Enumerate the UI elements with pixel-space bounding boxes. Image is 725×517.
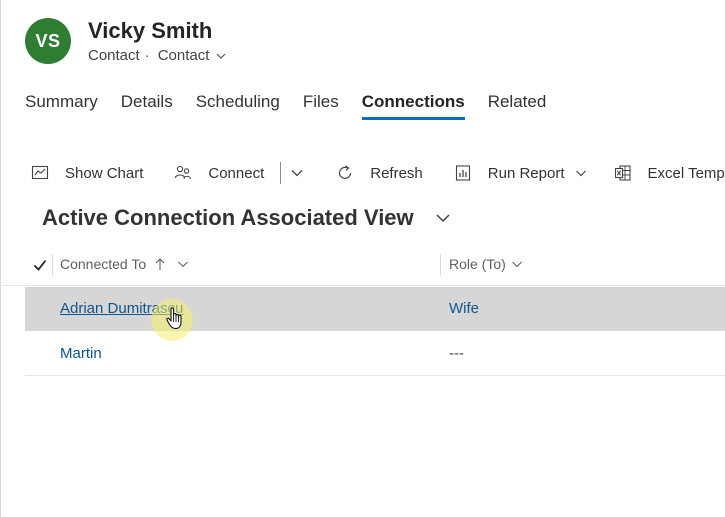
column-divider bbox=[52, 254, 53, 276]
checkmark-icon[interactable] bbox=[32, 257, 48, 273]
record-title-block: Vicky Smith Contact · Contact bbox=[88, 15, 227, 64]
command-bar: Show Chart Connect Refresh Run Report Ex… bbox=[30, 158, 725, 188]
excel-icon bbox=[614, 165, 631, 181]
view-title: Active Connection Associated View bbox=[42, 205, 414, 230]
column-divider bbox=[440, 254, 441, 276]
role-cell: --- bbox=[449, 345, 464, 362]
connect-label: Connect bbox=[208, 164, 265, 182]
tab-details[interactable]: Details bbox=[121, 88, 173, 120]
chevron-down-icon bbox=[436, 214, 450, 223]
excel-templates-button[interactable]: Excel Templ bbox=[613, 163, 725, 183]
form-selector-label: Contact bbox=[157, 47, 210, 64]
tab-connections[interactable]: Connections bbox=[361, 88, 465, 120]
chevron-down-icon bbox=[216, 53, 226, 59]
chart-icon bbox=[31, 165, 49, 180]
avatar: VS bbox=[25, 18, 71, 64]
tab-related[interactable]: Related bbox=[488, 88, 547, 120]
report-icon bbox=[455, 165, 470, 181]
role-cell: Wife bbox=[449, 300, 479, 317]
chevron-down-icon bbox=[178, 261, 189, 268]
column-header-connected-to[interactable]: Connected To bbox=[60, 256, 190, 272]
connect-icon bbox=[175, 165, 192, 180]
form-selector[interactable]: Contact bbox=[158, 47, 228, 64]
entity-type-label: Contact bbox=[88, 47, 140, 64]
chevron-down-icon[interactable] bbox=[289, 165, 305, 181]
chevron-down-icon bbox=[575, 170, 586, 177]
record-name: Vicky Smith bbox=[88, 18, 213, 43]
hand-cursor-icon bbox=[166, 307, 182, 330]
chevron-down-icon bbox=[511, 261, 522, 268]
connected-to-link[interactable]: Martin bbox=[60, 345, 102, 362]
table-row[interactable]: Adrian Dumitrascu Wife bbox=[25, 287, 725, 331]
sort-ascending-icon bbox=[155, 258, 165, 270]
record-header: VS Vicky Smith Contact · Contact bbox=[25, 15, 227, 64]
subtitle-separator: · bbox=[144, 47, 150, 64]
page-left-border bbox=[0, 0, 1, 517]
connect-button[interactable]: Connect bbox=[173, 163, 264, 183]
refresh-button[interactable]: Refresh bbox=[335, 163, 423, 183]
split-button-divider bbox=[280, 162, 282, 184]
record-subtitle: Contact · Contact bbox=[88, 47, 227, 64]
excel-templates-label: Excel Templ bbox=[647, 164, 725, 182]
grid-header: Connected To Role (To) bbox=[25, 250, 725, 280]
run-report-button[interactable]: Run Report bbox=[453, 163, 588, 183]
column-header-label: Connected To bbox=[60, 256, 147, 272]
grid-divider bbox=[0, 285, 725, 286]
column-header-label: Role (To) bbox=[449, 256, 506, 272]
table-row[interactable]: Martin --- bbox=[25, 332, 725, 376]
tab-scheduling[interactable]: Scheduling bbox=[196, 88, 280, 120]
refresh-label: Refresh bbox=[370, 164, 423, 182]
refresh-icon bbox=[339, 165, 352, 179]
run-report-label: Run Report bbox=[487, 164, 565, 182]
column-header-role[interactable]: Role (To) bbox=[449, 256, 524, 272]
show-chart-label: Show Chart bbox=[65, 164, 144, 182]
view-selector[interactable]: Active Connection Associated View bbox=[42, 205, 452, 231]
row-divider bbox=[25, 375, 725, 376]
form-tabs: Summary Details Scheduling Files Connect… bbox=[25, 88, 569, 120]
tab-files[interactable]: Files bbox=[303, 88, 339, 120]
show-chart-button[interactable]: Show Chart bbox=[30, 163, 143, 183]
tab-summary[interactable]: Summary bbox=[25, 88, 98, 120]
